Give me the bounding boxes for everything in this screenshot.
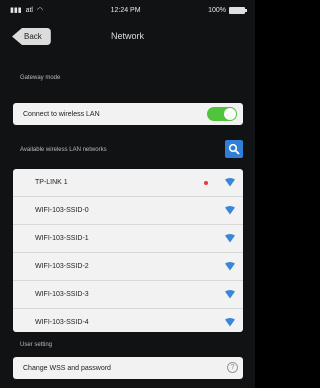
network-row[interactable]: WIFI-103-SSID-4 [13, 309, 243, 332]
change-password-label: Change WSS and password [23, 365, 111, 372]
battery-percent: 100% [208, 6, 226, 14]
network-list: TP-LINK 1 WIFI-103-SSID-0 WIFI-103-SSID-… [13, 169, 243, 332]
wifi-icon [225, 318, 235, 327]
gateway-mode-label: Gateway mode [20, 75, 61, 81]
wifi-icon [225, 206, 235, 215]
toggle-knob [224, 108, 236, 120]
available-networks-label: Available wireless LAN networks [20, 147, 107, 153]
wireless-lan-label: Connect to wireless LAN [23, 110, 100, 118]
network-row[interactable]: TP-LINK 1 [13, 169, 243, 197]
wireless-lan-row[interactable]: Connect to wireless LAN [13, 103, 243, 125]
search-button[interactable] [225, 140, 243, 158]
status-left: ▮▮▮ atl ◠ [10, 6, 44, 15]
user-setting-label: User setting [20, 342, 53, 348]
change-password-row[interactable]: Change WSS and password ? [13, 357, 243, 379]
nav-bar: Back Network [0, 22, 255, 52]
network-name: WIFI-103-SSID-2 [35, 263, 89, 270]
network-name: TP-LINK 1 [35, 179, 68, 186]
wifi-icon [225, 178, 235, 187]
network-name: WIFI-103-SSID-3 [35, 291, 89, 298]
network-name: WIFI-103-SSID-4 [35, 319, 89, 326]
phone-screen: ▮▮▮ atl ◠ 12:24 PM 100% Back Network Gat… [0, 0, 255, 388]
status-time: 12:24 PM [110, 6, 141, 14]
network-row[interactable]: WIFI-103-SSID-1 [13, 225, 243, 253]
wifi-icon [225, 262, 235, 271]
wifi-icon [225, 234, 235, 243]
secured-indicator-icon [204, 181, 208, 185]
wifi-status-icon: ◠ [36, 7, 44, 14]
network-row[interactable]: WIFI-103-SSID-0 [13, 197, 243, 225]
wifi-icon [225, 290, 235, 299]
status-bar: ▮▮▮ atl ◠ 12:24 PM 100% [0, 0, 255, 20]
network-row[interactable]: WIFI-103-SSID-3 [13, 281, 243, 309]
network-name: WIFI-103-SSID-1 [35, 235, 89, 242]
wireless-lan-toggle[interactable] [207, 107, 237, 121]
signal-icon: ▮▮▮ [10, 7, 22, 14]
status-right: 100% [208, 6, 247, 14]
carrier-label: atl [25, 6, 33, 14]
network-row[interactable]: WIFI-103-SSID-2 [13, 253, 243, 281]
network-name: WIFI-103-SSID-0 [35, 207, 89, 214]
page-title: Network [110, 31, 144, 41]
search-icon [228, 143, 240, 155]
battery-icon [228, 6, 247, 14]
help-icon[interactable]: ? [227, 362, 238, 373]
